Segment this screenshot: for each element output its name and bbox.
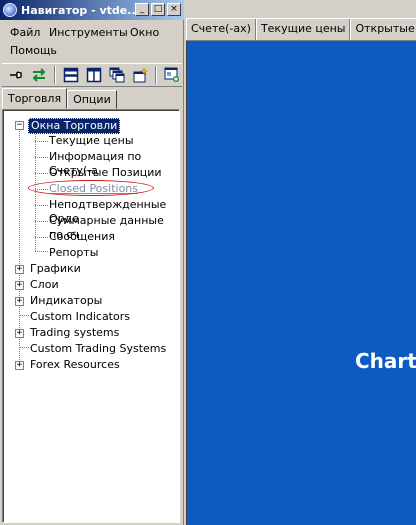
expand-toggle[interactable]: + <box>15 361 24 370</box>
minimize-button[interactable]: _ <box>135 3 149 16</box>
tree-node-custom-indicators[interactable]: Custom Indicators <box>28 310 132 324</box>
tile-vertical-icon[interactable] <box>84 65 104 85</box>
tree-node-layers[interactable]: Слои <box>28 278 61 292</box>
document-tabs: Счете(-ах) Текущие цены Открытые по <box>186 19 416 41</box>
tab-options[interactable]: Опции <box>67 90 117 109</box>
menu-tools[interactable]: Инструменты <box>49 26 128 39</box>
tree-node-messages[interactable]: Сообщения <box>47 230 117 244</box>
toolbar-separator <box>155 66 157 84</box>
tab-current-prices[interactable]: Текущие цены <box>255 19 351 40</box>
close-button[interactable]: × <box>167 3 181 16</box>
tree-node-custom-trading-systems[interactable]: Custom Trading Systems <box>28 342 168 356</box>
menu-help[interactable]: Помощь <box>10 44 57 57</box>
panel-tabs: Торговля Опции <box>2 88 117 109</box>
pin-icon[interactable] <box>6 65 26 85</box>
tree-node-reports[interactable]: Репорты <box>47 246 100 260</box>
tree-node-indicators[interactable]: Индикаторы <box>28 294 104 308</box>
tree-node-charts[interactable]: Графики <box>28 262 83 276</box>
window-settings-icon[interactable] <box>162 65 182 85</box>
maximize-button[interactable]: □ <box>151 3 165 16</box>
tab-trading[interactable]: Торговля <box>2 88 68 109</box>
toolbar <box>2 63 182 87</box>
collapse-toggle[interactable]: − <box>15 121 24 130</box>
expand-toggle[interactable]: + <box>15 281 24 290</box>
menu-bar: Файл Инструменты Окно Помощь <box>0 22 184 60</box>
tree-node-current-prices[interactable]: Текущие цены <box>47 134 136 148</box>
right-top-strip <box>186 0 416 19</box>
tab-accounts[interactable]: Счете(-ах) <box>186 19 256 40</box>
tile-horizontal-icon[interactable] <box>61 65 81 85</box>
app-icon <box>3 3 17 17</box>
menu-file[interactable]: Файл <box>10 26 40 39</box>
swap-arrows-icon[interactable] <box>29 65 49 85</box>
tree-node-trading-systems[interactable]: Trading systems <box>28 326 121 340</box>
tab-open-positions[interactable]: Открытые по <box>350 19 416 40</box>
chart-area[interactable] <box>186 41 416 525</box>
expand-toggle[interactable]: + <box>15 265 24 274</box>
new-window-icon[interactable] <box>130 65 150 85</box>
expand-toggle[interactable]: + <box>15 329 24 338</box>
tree-node-open-positions[interactable]: Открытые Позиции <box>47 166 164 180</box>
menu-window[interactable]: Окно <box>130 26 159 39</box>
title-bar[interactable]: Навигатор - vtde... _ □ × <box>0 0 184 20</box>
navigator-panel: Навигатор - vtde... _ □ × Файл Инструмен… <box>0 0 184 525</box>
tree-node-forex-resources[interactable]: Forex Resources <box>28 358 122 372</box>
tree-node-trading-windows[interactable]: Окна Торговли <box>28 118 121 134</box>
highlight-ellipse <box>28 180 154 196</box>
window-title: Навигатор - vtde... <box>21 3 140 17</box>
expand-toggle[interactable]: + <box>15 297 24 306</box>
cascade-windows-icon[interactable] <box>107 65 127 85</box>
navigator-tree: − Окна Торговли Текущие цены Информация … <box>2 109 180 523</box>
chart-area-label: Chart <box>355 349 416 373</box>
toolbar-separator <box>54 66 56 84</box>
